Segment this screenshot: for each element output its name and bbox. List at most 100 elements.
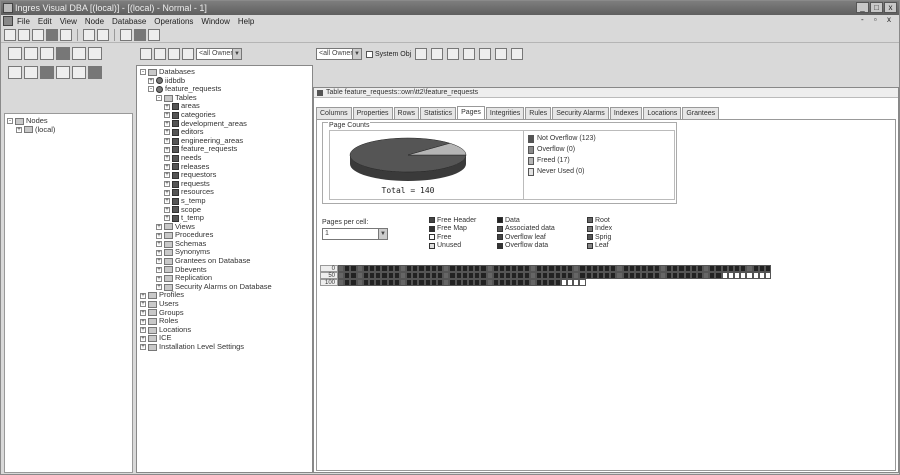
settings-icon[interactable] — [72, 66, 86, 79]
add-node-icon[interactable] — [8, 47, 22, 60]
open-icon[interactable] — [18, 28, 30, 41]
tab-security-alarms[interactable]: Security Alarms — [552, 107, 609, 119]
minimize-button[interactable]: _ — [856, 2, 869, 13]
tab-columns[interactable]: Columns — [316, 107, 352, 119]
expand-icon[interactable]: + — [164, 172, 170, 179]
cut-icon[interactable] — [83, 28, 95, 41]
expand-icon[interactable]: + — [16, 126, 22, 133]
tree-node[interactable]: + feature_requests — [140, 145, 309, 154]
tab-rows[interactable]: Rows — [393, 107, 420, 119]
page-cell[interactable] — [764, 272, 772, 279]
tree-node[interactable]: - Nodes — [7, 116, 130, 126]
expand-icon[interactable]: + — [164, 181, 170, 188]
tree-node[interactable]: + (local) — [7, 125, 130, 135]
document-icon[interactable] — [3, 16, 13, 26]
mdi-controls[interactable]: - ▫ x — [861, 15, 895, 24]
expand-icon[interactable]: + — [164, 206, 170, 213]
tab-indexes[interactable]: Indexes — [609, 107, 643, 119]
copy-icon[interactable] — [97, 28, 109, 41]
tab-statistics[interactable]: Statistics — [420, 107, 457, 119]
checkbox-icon[interactable] — [366, 50, 373, 58]
expand-icon[interactable]: + — [164, 215, 170, 222]
tree-node[interactable]: + requests — [140, 179, 309, 189]
arrange-icon[interactable] — [447, 48, 460, 60]
disconnect-icon[interactable] — [40, 66, 54, 79]
tree-node[interactable]: + requestors — [140, 171, 309, 180]
collapse-icon[interactable]: - — [140, 69, 146, 76]
close-button[interactable]: x — [884, 2, 897, 13]
menu-help[interactable]: Help — [238, 17, 254, 26]
collapse-icon[interactable] — [154, 48, 166, 60]
server-icon[interactable] — [56, 66, 70, 79]
tree-node[interactable]: + Procedures — [140, 231, 309, 240]
tree-node[interactable]: + Grantees on Database — [140, 256, 309, 266]
tree-node[interactable]: + t_temp — [140, 213, 309, 223]
grid-icon[interactable] — [148, 28, 160, 41]
tab-locations[interactable]: Locations — [643, 107, 682, 119]
system-icon[interactable] — [182, 48, 194, 60]
refresh-icon[interactable] — [8, 66, 22, 79]
expand-icon[interactable]: + — [164, 155, 170, 162]
tree-node[interactable]: + releases — [140, 162, 309, 172]
expand-icon[interactable]: + — [164, 189, 170, 196]
menu-file[interactable]: File — [17, 17, 30, 26]
expand-icon[interactable]: + — [164, 120, 170, 127]
tab-grantees[interactable]: Grantees — [682, 107, 720, 119]
expand-icon[interactable]: + — [164, 163, 170, 170]
view-icon[interactable] — [463, 48, 476, 60]
maximize-button[interactable]: □ — [870, 2, 883, 13]
tab-pages[interactable]: Pages — [457, 106, 485, 119]
sql-test-icon[interactable] — [495, 48, 508, 60]
tree-node[interactable]: + Schemas — [140, 239, 309, 249]
connect-icon[interactable] — [4, 28, 16, 41]
tree-node[interactable]: + Views — [140, 222, 309, 232]
tab-integrities[interactable]: Integrities — [485, 107, 525, 119]
drop-node-icon[interactable] — [40, 47, 54, 60]
owner-filter-combo-2[interactable]: <all Owners> ▼ — [316, 48, 362, 60]
expand-icon[interactable]: + — [164, 146, 170, 153]
tree-node[interactable]: - feature_requests — [140, 85, 309, 94]
expand-icon[interactable] — [140, 48, 152, 60]
menu-view[interactable]: View — [60, 17, 77, 26]
expand-icon[interactable]: + — [164, 138, 170, 145]
sql-icon[interactable] — [72, 47, 86, 60]
pages-per-cell-select[interactable]: 1 ▼ — [322, 228, 388, 240]
expand-icon[interactable]: + — [156, 241, 162, 248]
expand-icon[interactable]: + — [156, 284, 162, 291]
split-icon[interactable] — [479, 48, 492, 60]
chevron-down-icon[interactable]: ▼ — [232, 49, 241, 59]
menu-operations[interactable]: Operations — [154, 17, 193, 26]
tree-node[interactable]: + scope — [140, 205, 309, 215]
expand-icon[interactable]: + — [164, 112, 170, 119]
expand-icon[interactable]: + — [148, 77, 154, 84]
expand-icon[interactable]: + — [140, 327, 146, 334]
expand-icon[interactable]: + — [156, 266, 162, 273]
expand-icon[interactable]: + — [164, 103, 170, 110]
expand-icon[interactable]: + — [156, 275, 162, 282]
expand-icon[interactable]: + — [156, 223, 162, 230]
properties-icon[interactable] — [24, 66, 38, 79]
tree-node[interactable]: + needs — [140, 153, 309, 163]
monitor-icon[interactable] — [88, 47, 102, 60]
tree-node[interactable]: + Dbevents — [140, 265, 309, 275]
chevron-down-icon[interactable]: ▼ — [378, 229, 387, 239]
expand-icon[interactable]: + — [140, 301, 146, 308]
collapse-icon[interactable]: - — [7, 118, 13, 125]
filter-icon[interactable] — [134, 28, 146, 41]
menu-database[interactable]: Database — [112, 17, 146, 26]
tree-node[interactable]: + resources — [140, 188, 309, 197]
owner-filter-combo[interactable]: <all Owners> ▼ — [196, 48, 242, 60]
expand-icon[interactable]: + — [156, 258, 162, 265]
tile-icon[interactable] — [415, 48, 428, 60]
expand-icon[interactable]: + — [140, 344, 146, 351]
page-cell[interactable] — [579, 279, 586, 286]
menu-window[interactable]: Window — [201, 17, 229, 26]
page-cell[interactable] — [764, 265, 772, 272]
chevron-down-icon[interactable]: ▼ — [352, 49, 361, 59]
tab-properties[interactable]: Properties — [352, 107, 393, 119]
tree-node[interactable]: + s_temp — [140, 196, 309, 206]
tab-rules[interactable]: Rules — [525, 107, 552, 119]
expand-icon[interactable]: + — [156, 249, 162, 256]
check-icon[interactable] — [60, 28, 72, 41]
menu-node[interactable]: Node — [85, 17, 104, 26]
